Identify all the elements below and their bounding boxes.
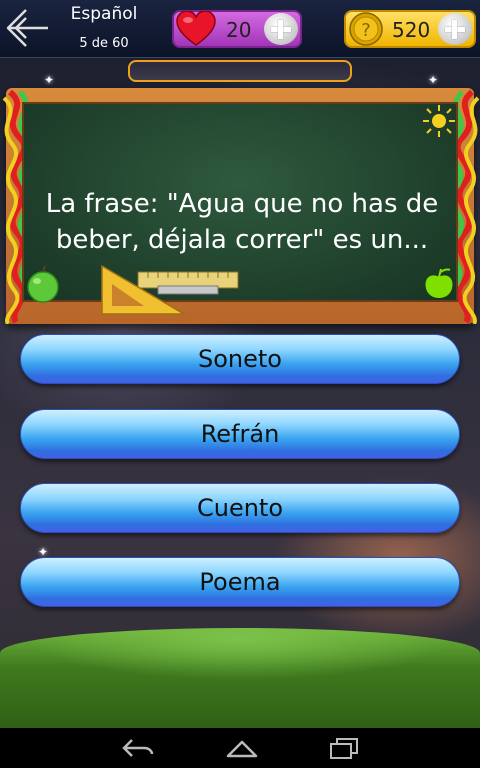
system-nav-bar [0,728,480,768]
answer-button-4[interactable]: Poema [20,557,460,607]
lives-value: 20 [226,18,252,42]
svg-text:?: ? [361,20,371,41]
question-progress: 5 de 60 [79,36,129,51]
answer-label: Soneto [198,345,282,373]
nav-back-icon [122,739,154,757]
nav-home-icon [226,740,258,758]
question-text: La frase: "Agua que no has de beber, déj… [45,189,439,255]
question-coin-icon: ? [349,12,383,46]
star-decoration: ✦ [44,73,55,87]
answer-label: Poema [199,568,281,596]
back-button[interactable] [4,6,50,50]
heart-icon [176,11,216,46]
answer-label: Cuento [196,494,284,522]
sun-icon [423,105,455,137]
add-lives-button[interactable] [264,13,298,45]
answer-button-2[interactable]: Refrán [20,409,460,459]
top-bar: Español 5 de 60 20 ? 520 [0,0,480,58]
back-arrow-icon [6,9,48,47]
nav-recent-apps-button[interactable] [324,736,364,760]
answer-button-3[interactable]: Cuento [20,483,460,533]
grass-hill [0,628,480,728]
answer-button-1[interactable]: Soneto [20,334,460,384]
nav-home-button[interactable] [222,736,262,760]
lives-counter: 20 [172,10,302,48]
star-decoration: ✦ [428,73,439,87]
apple-icon [27,265,59,303]
nav-recent-apps-icon [330,738,358,759]
timer-bar [128,60,352,82]
coins-counter: ? 520 [344,10,476,48]
chalkboard-frame: La frase: "Agua que no has de beber, déj… [2,88,480,324]
coins-value: 520 [392,18,431,42]
answer-label: Refrán [200,420,280,448]
ruler-icon [101,264,239,315]
apple-icon [425,268,453,298]
nav-back-button[interactable] [118,736,158,760]
add-coins-button[interactable] [438,13,472,45]
topic-title: Español [70,4,138,24]
